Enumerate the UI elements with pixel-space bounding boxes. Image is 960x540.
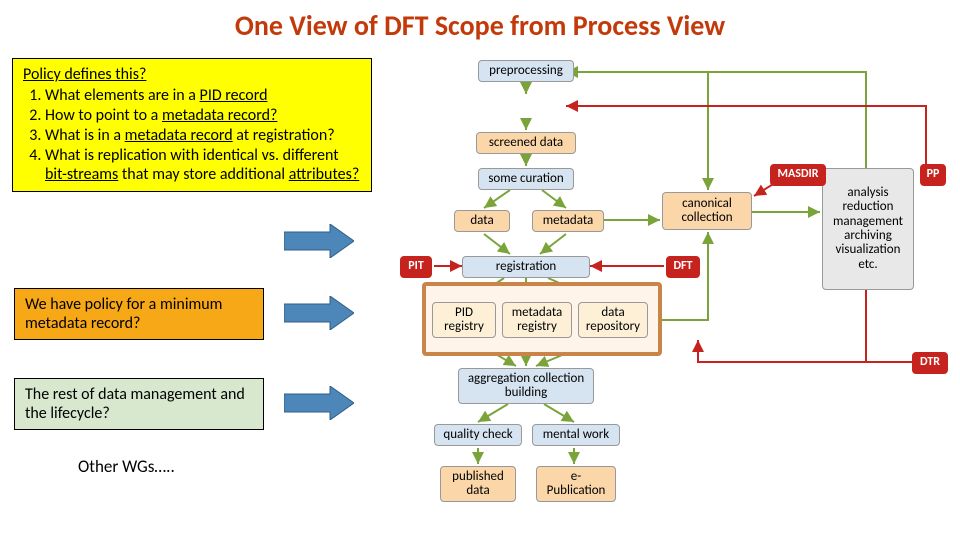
tag-pit: PIT bbox=[400, 256, 432, 278]
node-pid-registry: PID registry bbox=[432, 302, 496, 338]
node-canonical-collection: canonical collection bbox=[662, 192, 752, 230]
policy-item: What is replication with identical vs. d… bbox=[45, 146, 361, 184]
node-mental-work: mental work bbox=[532, 424, 620, 446]
node-screened-data: screened data bbox=[476, 132, 576, 154]
node-analysis-etc: analysis reduction management archiving … bbox=[822, 168, 914, 290]
tag-dtr: DTR bbox=[912, 352, 948, 374]
min-metadata-box: We have policy for a minimum metadata re… bbox=[14, 288, 264, 340]
policy-item: What is in a metadata record at registra… bbox=[45, 126, 361, 145]
policy-item: How to point to a metadata record? bbox=[45, 106, 361, 125]
tag-masdir: MASDIR bbox=[770, 164, 826, 186]
node-some-curation: some curation bbox=[478, 168, 574, 190]
block-arrow-icon bbox=[284, 224, 354, 258]
tag-pp: PP bbox=[920, 164, 946, 186]
page-title: One View of DFT Scope from Process View bbox=[0, 8, 960, 43]
node-data: data bbox=[454, 210, 510, 232]
node-metadata-registry: metadata registry bbox=[502, 302, 572, 338]
block-arrow-icon bbox=[284, 386, 354, 420]
node-quality-check: quality check bbox=[434, 424, 522, 446]
policy-box: Policy defines this? What elements are i… bbox=[12, 58, 372, 192]
node-metadata: metadata bbox=[532, 210, 604, 232]
policy-heading: Policy defines this? bbox=[23, 65, 146, 84]
node-aggregation: aggregation collection building bbox=[458, 368, 594, 404]
lifecycle-box: The rest of data management and the life… bbox=[14, 378, 264, 430]
policy-item: What elements are in a PID record bbox=[45, 86, 361, 105]
node-registration: registration bbox=[462, 256, 590, 278]
other-wgs-label: Other WGs….. bbox=[78, 456, 175, 477]
block-arrow-icon bbox=[284, 296, 354, 330]
node-preprocessing: preprocessing bbox=[478, 60, 574, 82]
policy-list: What elements are in a PID record How to… bbox=[45, 86, 361, 184]
tag-dft: DFT bbox=[666, 256, 700, 278]
process-diagram: raw data preprocessing screened data som… bbox=[398, 60, 950, 508]
node-data-repository: data repository bbox=[578, 302, 648, 338]
node-published-data: published data bbox=[440, 466, 516, 502]
node-e-publication: e- Publication bbox=[536, 466, 616, 502]
